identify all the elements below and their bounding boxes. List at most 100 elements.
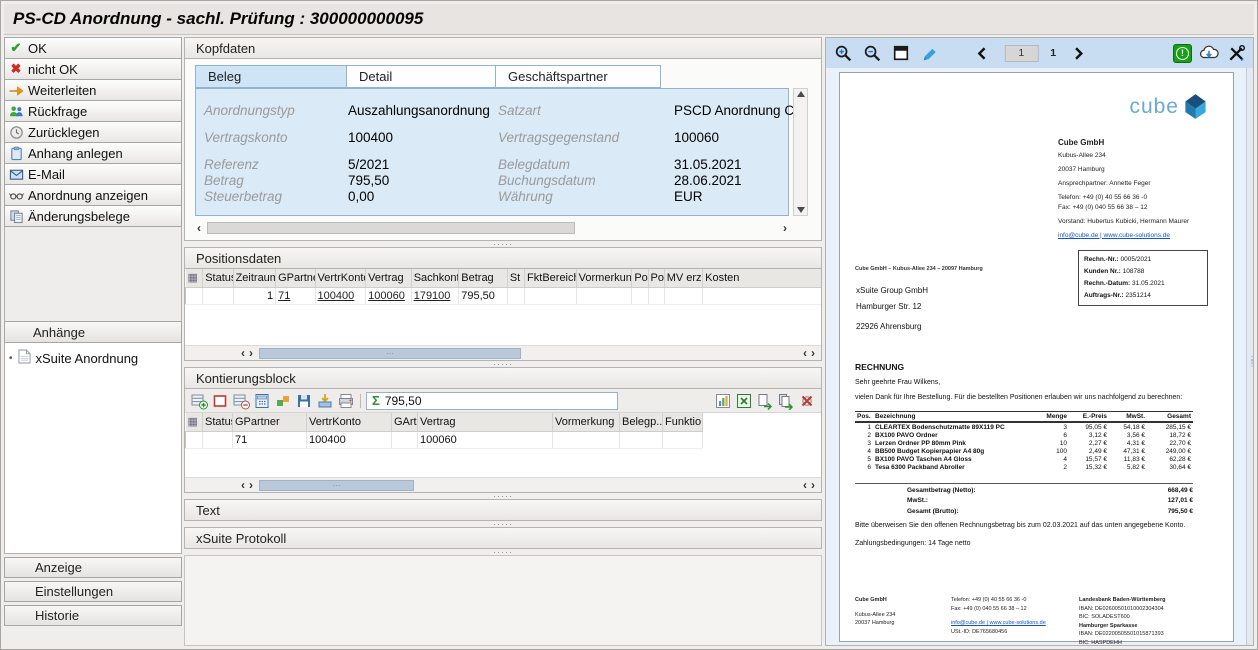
page-number-input[interactable] bbox=[1004, 45, 1038, 62]
column-header[interactable]: Belegp... bbox=[620, 413, 663, 431]
column-header[interactable]: Sachkonto bbox=[411, 269, 459, 287]
kontierungsblock-horizontal-scrollbar[interactable]: ‹ › ⋯ ‹ › bbox=[185, 477, 821, 492]
scroll-left-icon[interactable]: ‹ bbox=[239, 347, 247, 359]
gpartner-link[interactable]: 71 bbox=[278, 290, 290, 302]
weiterleiten-button[interactable]: Weiterleiten bbox=[4, 79, 182, 101]
protokoll-section-header[interactable]: xSuite Protokoll bbox=[184, 527, 822, 549]
save-button[interactable] bbox=[295, 392, 313, 410]
text-section-header[interactable]: Text bbox=[184, 499, 822, 521]
print-button[interactable] bbox=[337, 392, 355, 410]
column-header[interactable]: Vertrag bbox=[366, 269, 412, 287]
scroll-right-icon[interactable]: › bbox=[247, 347, 255, 359]
check-entries-button[interactable] bbox=[274, 392, 292, 410]
delete-row-button[interactable] bbox=[211, 392, 229, 410]
kopfdaten-horizontal-scrollbar[interactable]: ‹ › bbox=[195, 221, 789, 235]
excel-export-button[interactable] bbox=[735, 392, 753, 410]
pdf-vertical-scrollbar[interactable]: ⋮⋮ bbox=[1246, 68, 1253, 645]
nicht-ok-button[interactable]: ✖ nicht OK bbox=[4, 58, 182, 80]
column-header[interactable]: Funktio... bbox=[663, 413, 703, 431]
row-selector[interactable] bbox=[186, 287, 203, 304]
add-row-button[interactable] bbox=[190, 392, 208, 410]
footer-links[interactable]: info@cube.de | www.cube-solutions.de bbox=[951, 619, 1079, 628]
row-selector[interactable] bbox=[186, 431, 203, 448]
scrollbar-thumb[interactable] bbox=[207, 222, 575, 234]
tab-geschaeftspartner[interactable]: Geschäftspartner bbox=[495, 65, 661, 88]
attachment-item[interactable]: • xSuite Anordnung bbox=[9, 349, 177, 367]
column-header[interactable]: GPartner bbox=[233, 413, 307, 431]
scrollbar-thumb[interactable]: ⋯ bbox=[259, 348, 521, 359]
table-row[interactable]: 1 71 100400 100060 179100 795,50 bbox=[186, 287, 823, 304]
zuruecklegen-button[interactable]: Zurücklegen bbox=[4, 121, 182, 143]
positionsdaten-horizontal-scrollbar[interactable]: ‹ › ⋯ ‹ › bbox=[185, 345, 821, 360]
cloud-download-button[interactable] bbox=[1199, 43, 1219, 63]
scroll-left-icon[interactable]: ‹ bbox=[195, 222, 203, 234]
column-header[interactable]: GArt bbox=[392, 413, 418, 431]
anhang-anlegen-button[interactable]: Anhang anlegen bbox=[4, 142, 182, 164]
remove-row-button[interactable] bbox=[232, 392, 250, 410]
scroll-right-icon[interactable]: › bbox=[809, 479, 817, 491]
rueckfrage-button[interactable]: Rückfrage bbox=[4, 100, 182, 122]
reject-button[interactable] bbox=[798, 392, 816, 410]
next-page-button[interactable] bbox=[1068, 43, 1088, 63]
anzeige-button[interactable]: Anzeige bbox=[4, 557, 182, 578]
scroll-left-icon[interactable]: ‹ bbox=[801, 479, 809, 491]
column-header[interactable]: MV erz. bbox=[664, 269, 702, 287]
pdf-viewer-panel: 1 ! cube bbox=[825, 37, 1254, 646]
status-ok-icon[interactable]: ! bbox=[1173, 44, 1192, 63]
scrollbar-grip[interactable]: ⋮⋮ bbox=[1248, 358, 1254, 366]
column-header[interactable]: Zeitraum bbox=[233, 269, 276, 287]
import-button[interactable] bbox=[316, 392, 334, 410]
tools-button[interactable] bbox=[1226, 43, 1246, 63]
company-links[interactable]: info@cube.de | www.cube-solutions.de bbox=[1058, 231, 1216, 240]
column-header[interactable]: FktBereich bbox=[525, 269, 577, 287]
anordnung-anzeigen-button[interactable]: Anordnung anzeigen bbox=[4, 184, 182, 206]
vertrag-link[interactable]: 100060 bbox=[368, 290, 405, 302]
ok-button[interactable]: ✔ OK bbox=[4, 37, 182, 59]
export-button[interactable] bbox=[777, 392, 795, 410]
email-button[interactable]: E-Mail bbox=[4, 163, 182, 185]
scroll-right-icon[interactable]: › bbox=[781, 222, 789, 234]
highlighter-icon[interactable] bbox=[920, 43, 940, 63]
scroll-right-icon[interactable]: › bbox=[247, 479, 255, 491]
tab-detail[interactable]: Detail bbox=[346, 65, 496, 88]
scroll-right-icon[interactable]: › bbox=[809, 347, 817, 359]
pdf-viewer-area[interactable]: cube Cube GmbH Kubus-Allee 234 20037 Ham… bbox=[826, 68, 1246, 645]
scroll-down-icon[interactable] bbox=[797, 207, 805, 213]
column-header[interactable]: Status bbox=[203, 269, 233, 287]
zoom-out-button[interactable] bbox=[862, 43, 882, 63]
column-header[interactable]: Vertrag bbox=[418, 413, 553, 431]
column-header[interactable]: Pos bbox=[648, 269, 664, 287]
column-header[interactable]: VertrKonto bbox=[315, 269, 366, 287]
historie-button[interactable]: Historie bbox=[4, 605, 182, 626]
zoom-in-button[interactable] bbox=[833, 43, 853, 63]
column-header[interactable]: Vormerkung bbox=[553, 413, 620, 431]
column-header[interactable]: Betrag bbox=[459, 269, 508, 287]
chart-view-button[interactable] bbox=[714, 392, 732, 410]
kopfdaten-vertical-scrollbar[interactable] bbox=[793, 88, 808, 216]
column-header[interactable]: Status bbox=[203, 413, 233, 431]
tab-beleg[interactable]: Beleg bbox=[195, 65, 347, 88]
copy-button[interactable] bbox=[756, 392, 774, 410]
check-icon: ✔ bbox=[8, 40, 24, 56]
sachkonto-link[interactable]: 179100 bbox=[414, 290, 451, 302]
column-header[interactable]: Kosten bbox=[703, 269, 822, 287]
vertrkonto-link[interactable]: 100400 bbox=[318, 290, 355, 302]
column-header[interactable]: St bbox=[507, 269, 524, 287]
scroll-left-icon[interactable]: ‹ bbox=[801, 347, 809, 359]
column-header[interactable]: Vormerkung bbox=[576, 269, 632, 287]
aenderungsbelege-button[interactable]: Änderungsbelege bbox=[4, 205, 182, 227]
calculator-button[interactable] bbox=[253, 392, 271, 410]
attachments-header[interactable]: Anhänge bbox=[4, 321, 182, 343]
fit-page-button[interactable] bbox=[891, 43, 911, 63]
scroll-left-icon[interactable]: ‹ bbox=[239, 479, 247, 491]
scroll-up-icon[interactable] bbox=[797, 91, 805, 97]
column-header[interactable]: VertrKonto bbox=[307, 413, 392, 431]
scrollbar-thumb[interactable]: ⋯ bbox=[259, 480, 414, 491]
column-header[interactable]: Pos bbox=[632, 269, 648, 287]
table-config-icon[interactable]: ▦ bbox=[186, 413, 203, 431]
einstellungen-button[interactable]: Einstellungen bbox=[4, 581, 182, 602]
table-row[interactable]: 71 100400 100060 bbox=[186, 431, 703, 448]
table-config-icon[interactable]: ▦ bbox=[186, 269, 203, 287]
prev-page-button[interactable] bbox=[972, 43, 992, 63]
column-header[interactable]: GPartner bbox=[276, 269, 315, 287]
